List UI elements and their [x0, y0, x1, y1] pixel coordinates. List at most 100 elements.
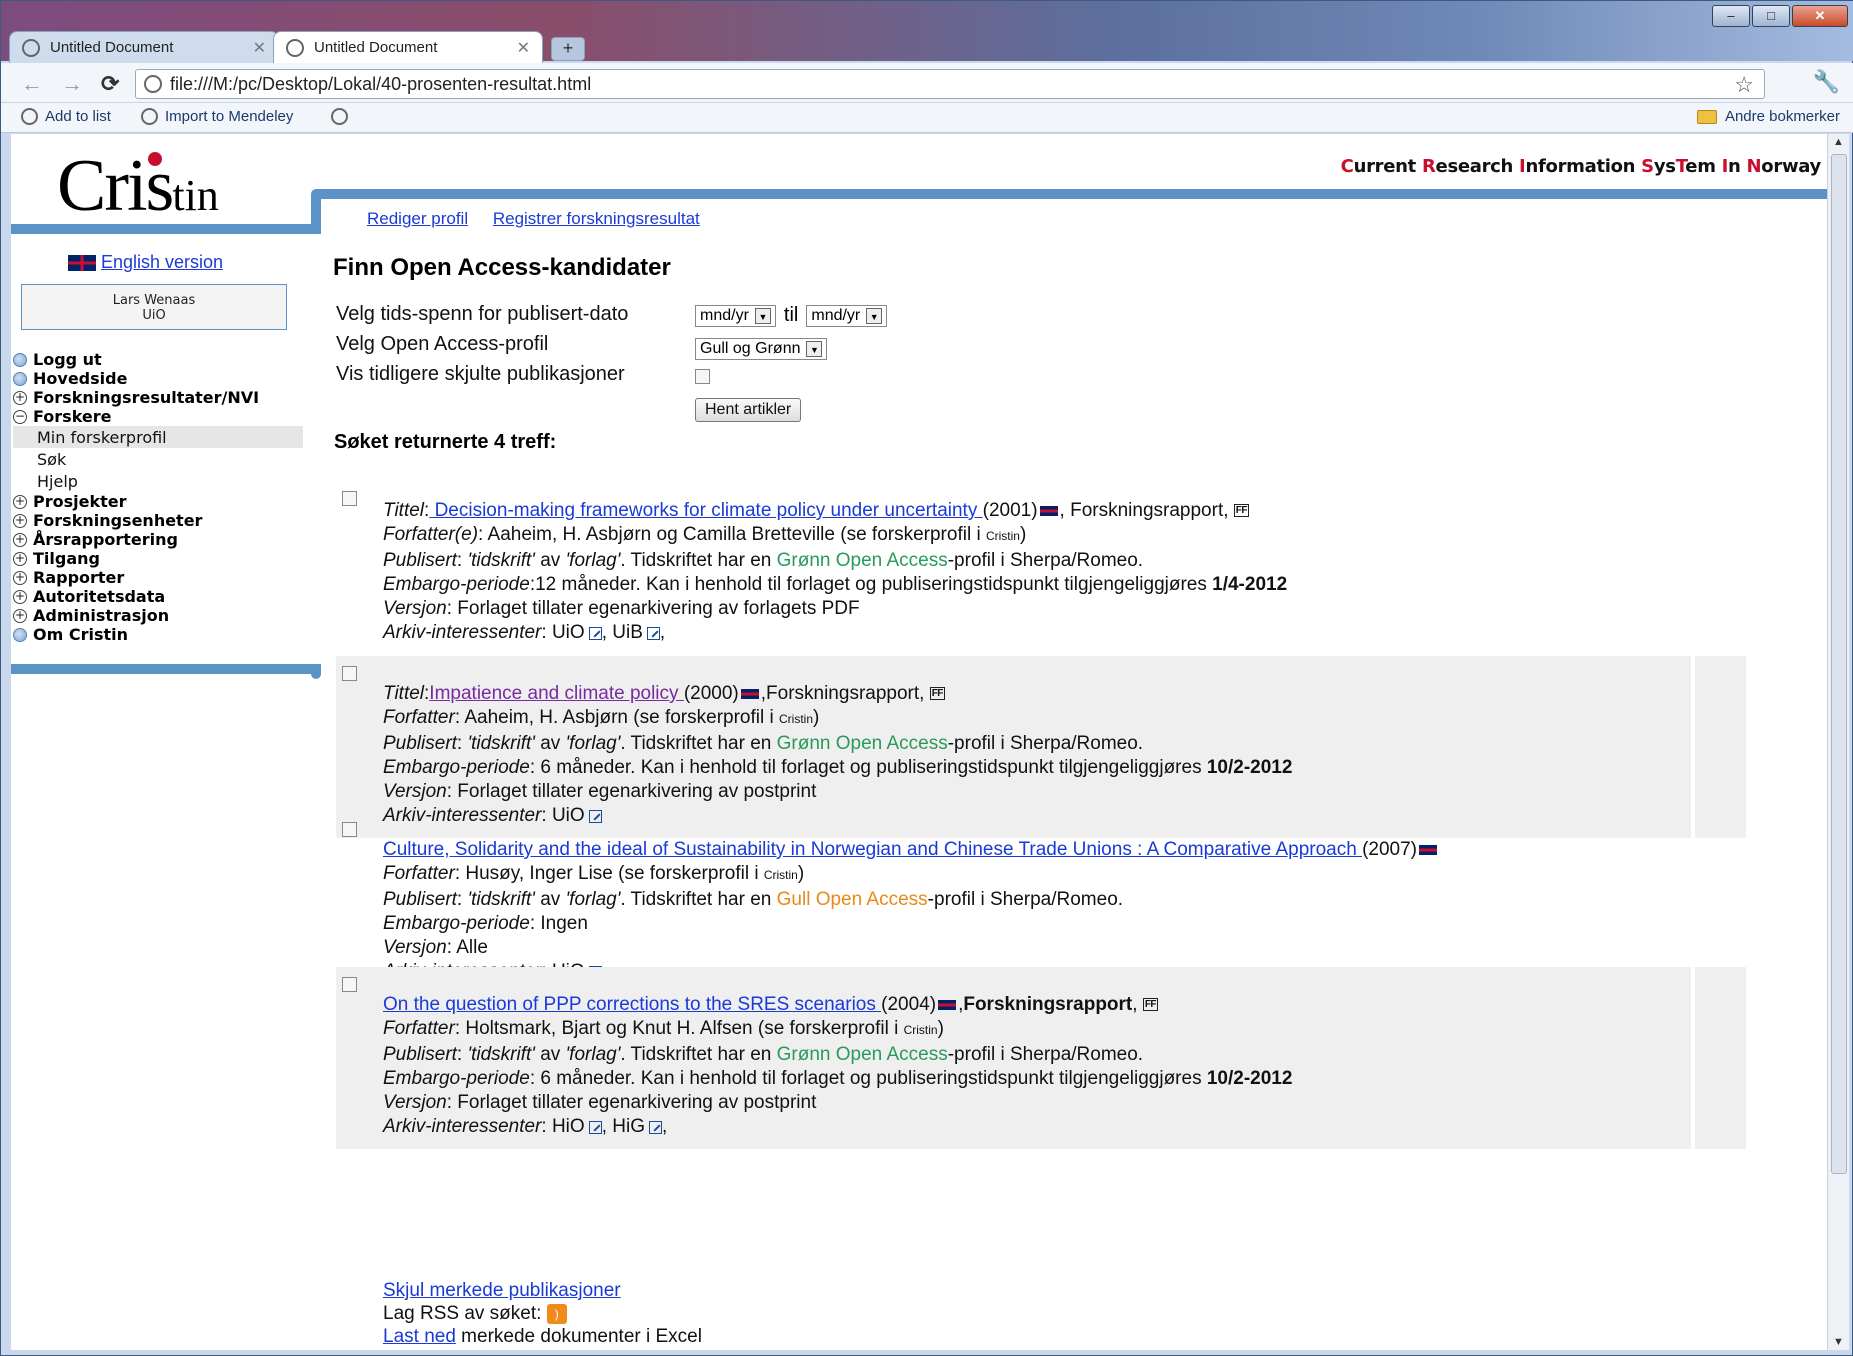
result-type: Forskningsrapport: [766, 683, 920, 704]
bullet-icon: [13, 352, 27, 367]
expand-plus-icon: +: [13, 569, 27, 585]
result-checkbox[interactable]: [342, 491, 357, 506]
sidebar-item-prosjekter[interactable]: + Prosjekter: [13, 492, 303, 511]
tab-untitled-1[interactable]: Untitled Document ✕: [9, 31, 279, 63]
address-bar[interactable]: file:///M:/pc/Desktop/Lokal/40-prosenten…: [135, 69, 1765, 99]
register-result-link[interactable]: Registrer forskningsresultat: [493, 209, 700, 228]
external-link-icon[interactable]: [588, 1120, 602, 1134]
new-tab-button[interactable]: +: [551, 37, 585, 61]
bookmark-add-to-list[interactable]: Add to list: [21, 108, 111, 125]
result-version: Alle: [456, 937, 488, 959]
punct: ): [813, 707, 820, 729]
sidebar-item-administrasjon[interactable]: + Administrasjon: [13, 606, 303, 625]
sidebar-item-tilgang[interactable]: + Tilgang: [13, 549, 303, 568]
oa-profile-select[interactable]: Gull og Grønn ▼: [695, 338, 828, 360]
result-checkbox[interactable]: [342, 666, 357, 681]
field-value: (se forskerprofil i: [752, 1018, 904, 1040]
result-body: Tittel: Decision-making frameworks for c…: [383, 499, 1287, 646]
hide-marked-link[interactable]: Skjul merkede publikasjoner: [383, 1280, 621, 1301]
chevron-down-icon: ▼: [806, 341, 823, 357]
back-arrow-icon[interactable]: ←: [21, 71, 43, 97]
result-title-link[interactable]: Decision-making frameworks for climate p…: [429, 500, 982, 521]
publisher-placeholder: 'forlag': [565, 549, 621, 571]
sidebar-item-label: Rapporter: [33, 568, 125, 587]
maximize-button[interactable]: □: [1752, 5, 1790, 27]
sidebar-subitem-s-k[interactable]: Søk: [13, 448, 303, 470]
field-label: Forfatter: [383, 707, 455, 729]
other-bookmarks-label: Andre bokmerker: [1724, 108, 1840, 125]
result-title-link[interactable]: Impatience and climate policy: [429, 683, 684, 704]
bullet-icon: [13, 627, 27, 642]
scroll-down-icon[interactable]: ▼: [1833, 1336, 1844, 1348]
edit-profile-link[interactable]: Rediger profil: [367, 209, 468, 228]
result-authors-line: Forfatter(e): Aaheim, H. Asbjørn og Cami…: [383, 523, 1287, 548]
scrollbar-thumb[interactable]: [1831, 154, 1847, 1174]
star-icon[interactable]: ☆: [1734, 72, 1754, 98]
sidebar-item--rsrapportering[interactable]: + Årsrapportering: [13, 530, 303, 549]
show-hidden-checkbox[interactable]: [695, 369, 710, 384]
close-icon[interactable]: ✕: [253, 38, 266, 58]
tagline-part: n: [1728, 156, 1747, 177]
sidebar-item-forskningsenheter[interactable]: + Forskningsenheter: [13, 511, 303, 530]
result-embargo-line: Embargo-periode: Ingen: [383, 912, 1439, 936]
expand-plus-icon: +: [13, 389, 27, 405]
time-span-label: Velg tids-spenn for publisert-dato: [336, 303, 629, 325]
result-body: Culture, Solidarity and the ideal of Sus…: [383, 838, 1439, 985]
sidebar-item-label: Hjelp: [37, 471, 78, 491]
rss-icon[interactable]: ): [546, 1303, 567, 1324]
vertical-scrollbar[interactable]: ▲ ▼: [1827, 134, 1849, 1350]
result-title-link[interactable]: On the question of PPP corrections to th…: [383, 994, 881, 1015]
sidebar-item-autoritetsdata[interactable]: + Autoritetsdata: [13, 587, 303, 606]
english-version-text[interactable]: English version: [101, 252, 223, 273]
sidebar-item-logg-ut[interactable]: Logg ut: [13, 350, 303, 369]
archive-name: HiG: [612, 1116, 645, 1138]
from-date-select[interactable]: mnd/yr ▼: [695, 304, 776, 327]
result-available-date: 10/2-2012: [1206, 1067, 1293, 1089]
cristin-logo[interactable]: Cristin: [57, 144, 219, 229]
field-label: Embargo-periode: [383, 912, 530, 934]
other-bookmarks[interactable]: Andre bokmerker: [1696, 108, 1840, 125]
external-link-icon[interactable]: [646, 626, 660, 640]
sidebar-item-forskere[interactable]: − Forskere: [13, 407, 303, 426]
to-date-select[interactable]: mnd/yr ▼: [806, 304, 888, 327]
external-link-icon[interactable]: [648, 1120, 662, 1134]
sidebar-subitem-hjelp[interactable]: Hjelp: [13, 470, 303, 492]
english-version-link[interactable]: English version: [67, 252, 223, 273]
reload-icon[interactable]: ⟳: [101, 71, 119, 97]
close-window-button[interactable]: ✕: [1792, 5, 1848, 27]
download-link[interactable]: Last ned: [383, 1326, 456, 1347]
fetch-articles-button[interactable]: Hent artikler: [695, 398, 802, 422]
tagline-part: urrent: [1353, 156, 1422, 177]
fetch-control: Hent artikler: [695, 398, 802, 422]
bookmark-import-mendeley[interactable]: Import to Mendeley: [141, 108, 293, 125]
result-version: Forlaget tillater egenarkivering av post…: [457, 1092, 817, 1114]
sidebar-item-hovedside[interactable]: Hovedside: [13, 369, 303, 388]
tab-label: Untitled Document: [50, 39, 174, 56]
punct: ,: [919, 683, 930, 704]
wrench-icon[interactable]: 🔧: [1813, 69, 1840, 95]
sidebar-item-rapporter[interactable]: + Rapporter: [13, 568, 303, 587]
result-checkbox[interactable]: [342, 977, 357, 992]
scroll-up-icon[interactable]: ▲: [1833, 136, 1844, 148]
sidebar-item-om-cristin[interactable]: Om Cristin: [13, 625, 303, 644]
minimize-button[interactable]: –: [1712, 5, 1750, 27]
tab-untitled-2[interactable]: Untitled Document ✕: [273, 31, 543, 63]
tagline-part: nformation: [1525, 156, 1642, 177]
external-link-icon[interactable]: [588, 626, 602, 640]
result-checkbox[interactable]: [342, 822, 357, 837]
oa-profile: Grønn Open Access: [776, 549, 948, 571]
sidebar-subitem-min-forskerprofil[interactable]: Min forskerprofil: [13, 426, 303, 448]
result-title-link[interactable]: Culture, Solidarity and the ideal of Sus…: [383, 839, 1362, 860]
tagline-part: em: [1685, 156, 1722, 177]
result-title-line: Tittel:Impatience and climate policy (20…: [383, 682, 1292, 706]
sidebar-item-forskningsresultater-nvi[interactable]: + Forskningsresultater/NVI: [13, 388, 303, 407]
close-icon[interactable]: ✕: [517, 38, 530, 58]
result-published-line: Publisert: 'tidskrift' av 'forlag'. Tids…: [383, 888, 1439, 912]
forward-arrow-icon[interactable]: →: [61, 71, 83, 97]
folder-icon: [1696, 109, 1717, 124]
bookmark-globe[interactable]: [331, 108, 355, 125]
field-label: Tittel: [383, 500, 425, 521]
result-title-line: On the question of PPP corrections to th…: [383, 993, 1292, 1017]
field-value: . Kan i henhold til forlaget og publiser…: [635, 573, 1213, 595]
result-version: Forlaget tillater egenarkivering av forl…: [457, 598, 860, 620]
